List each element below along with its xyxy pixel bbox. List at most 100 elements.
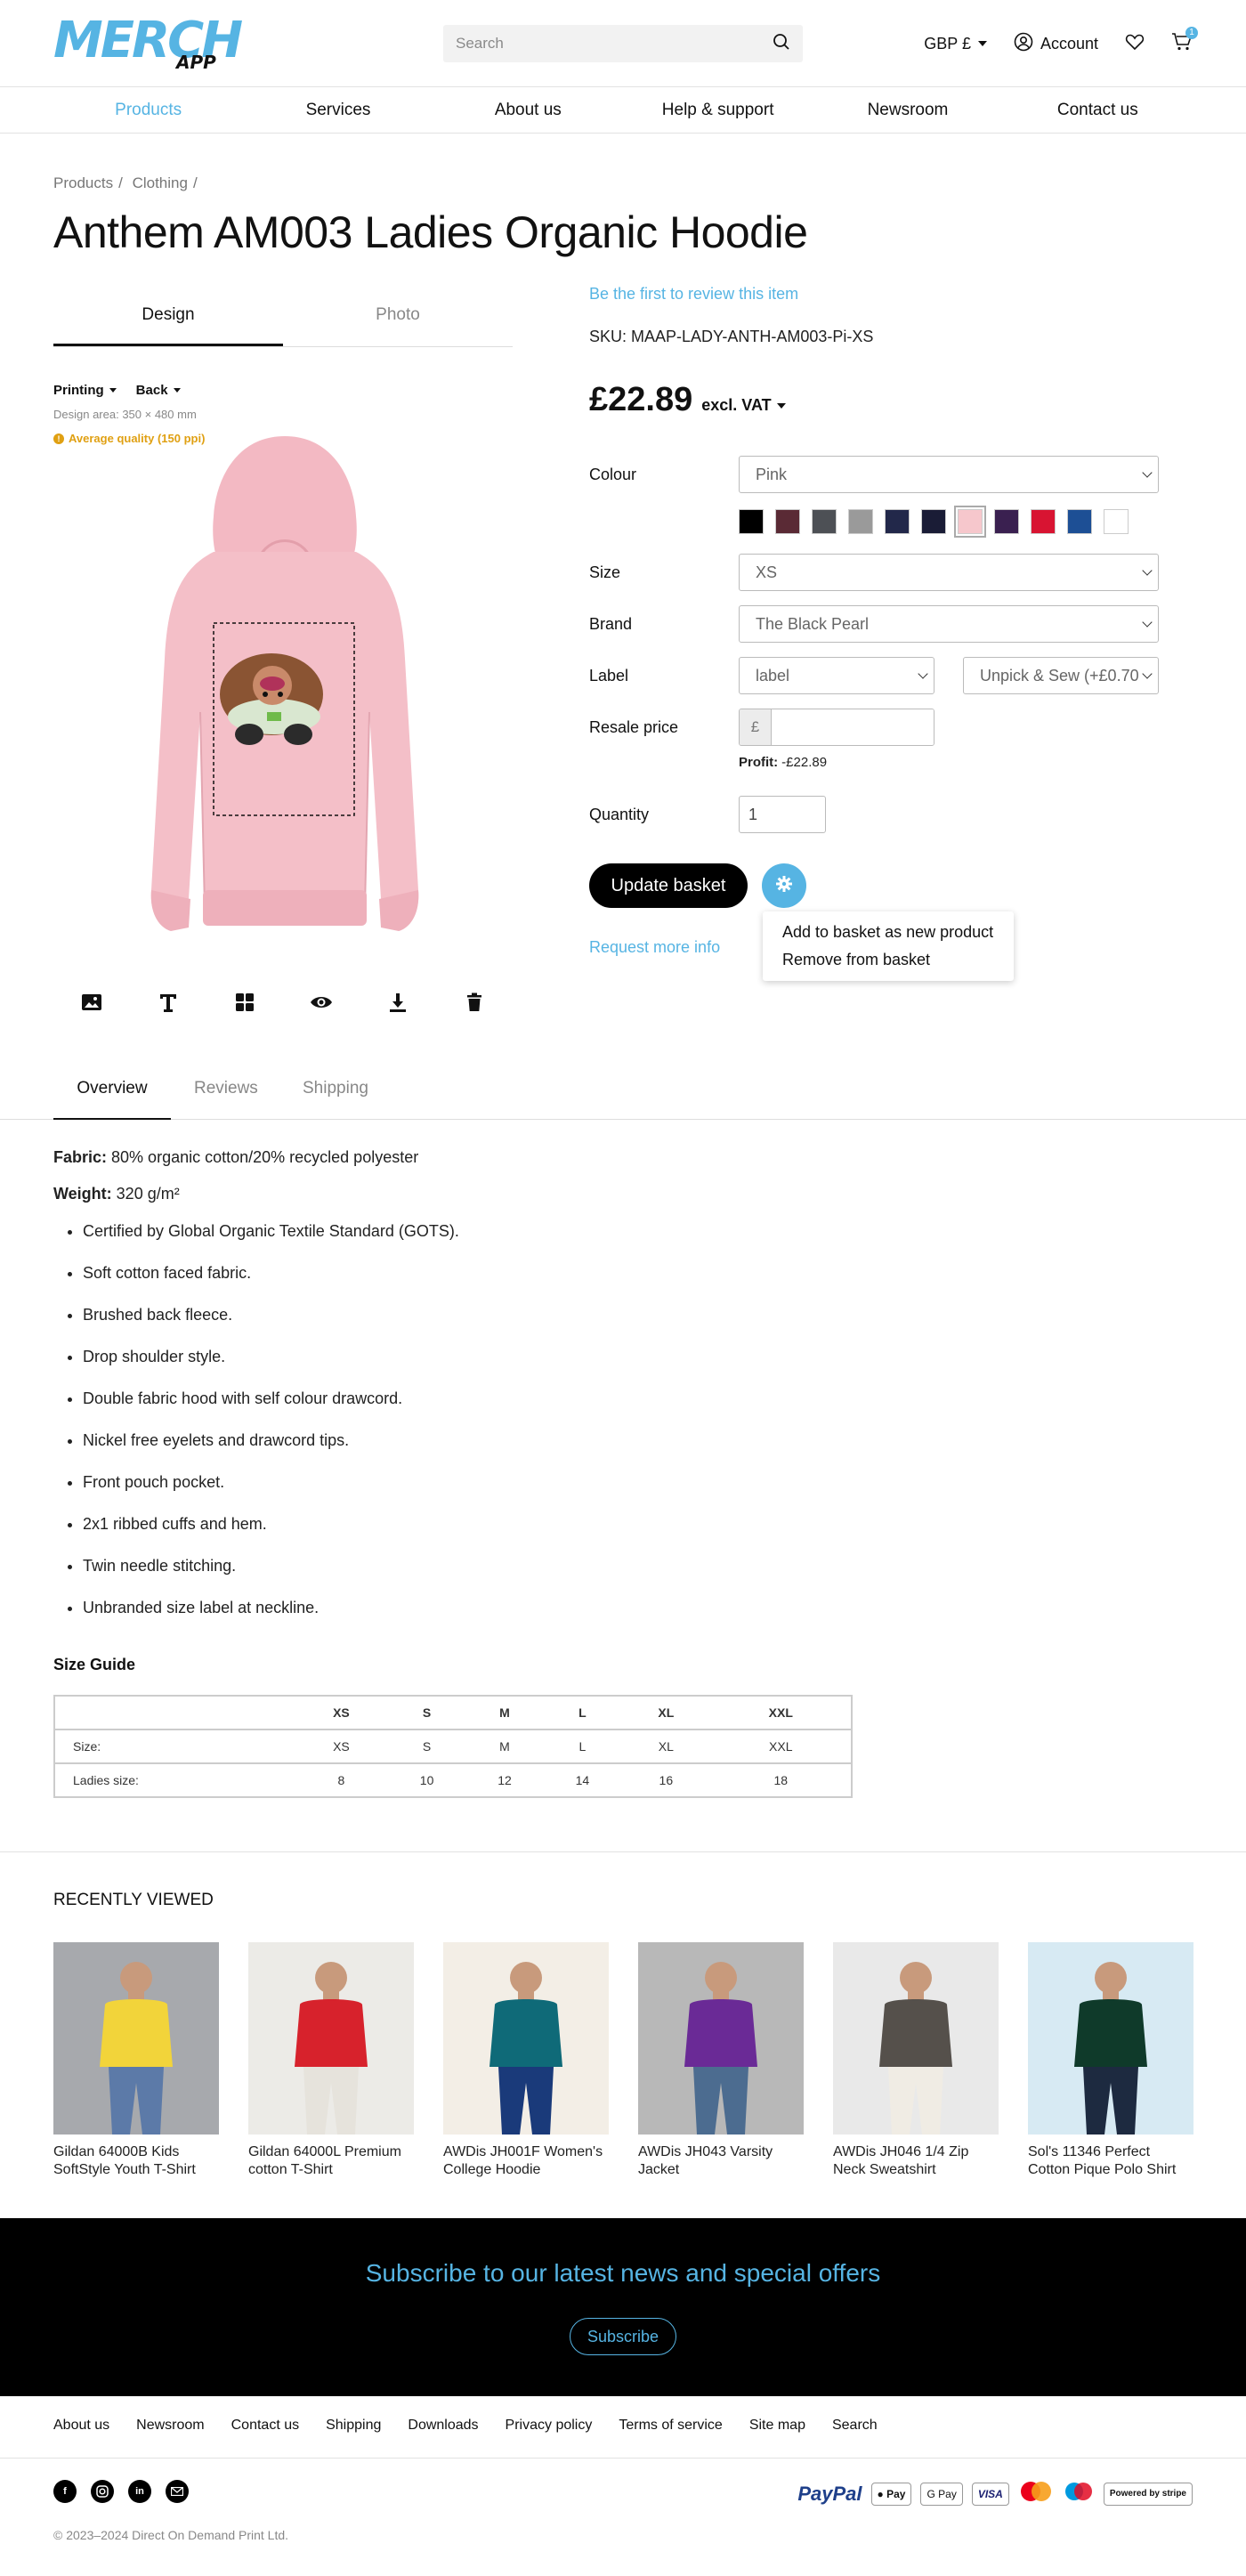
menu-remove-from-basket[interactable]: Remove from basket: [782, 946, 994, 974]
download-icon[interactable]: [384, 988, 412, 1017]
tab-reviews[interactable]: Reviews: [194, 1079, 258, 1120]
weight-label: Weight:: [53, 1185, 112, 1203]
colour-swatch[interactable]: [994, 509, 1019, 534]
account-link[interactable]: Account: [1014, 32, 1098, 56]
colour-select[interactable]: Pink: [739, 456, 1159, 493]
footer-link-privacy-policy[interactable]: Privacy policy: [506, 2418, 593, 2434]
nav-about-us[interactable]: About us: [433, 101, 623, 120]
cart-button[interactable]: 1: [1171, 26, 1198, 56]
recently-viewed-item[interactable]: AWDis JH001F Women's College Hoodie: [443, 1942, 609, 2179]
nav-services[interactable]: Services: [243, 101, 433, 120]
hoodie-preview-image[interactable]: [116, 427, 454, 970]
product-photo[interactable]: [638, 1942, 804, 2135]
size-select[interactable]: XS: [739, 554, 1159, 591]
label-option-select[interactable]: Unpick & Sew (+£0.70: [963, 657, 1159, 694]
tab-shipping[interactable]: Shipping: [303, 1079, 368, 1120]
colour-swatch[interactable]: [1067, 509, 1092, 534]
recently-viewed-item[interactable]: Sol's 11346 Perfect Cotton Pique Polo Sh…: [1028, 1942, 1193, 2179]
recently-viewed-name[interactable]: AWDis JH043 Varsity Jacket: [638, 2143, 804, 2179]
vat-selector[interactable]: excl. VAT: [701, 396, 786, 415]
design-area-text: Design area: 350 × 480 mm: [53, 408, 197, 421]
product-photo[interactable]: [1028, 1942, 1193, 2135]
image-icon[interactable]: [77, 988, 106, 1017]
tab-design[interactable]: Design: [53, 297, 283, 346]
colour-swatch[interactable]: [1031, 509, 1056, 534]
feature-list: Certified by Global Organic Textile Stan…: [53, 1221, 459, 1618]
breadcrumb-products[interactable]: Products: [53, 174, 113, 191]
recently-viewed-name[interactable]: AWDis JH046 1/4 Zip Neck Sweatshirt: [833, 2143, 999, 2179]
product-photo[interactable]: [443, 1942, 609, 2135]
request-more-info-link[interactable]: Request more info: [589, 938, 720, 957]
review-link[interactable]: Be the first to review this item: [589, 285, 798, 304]
search-input[interactable]: [456, 35, 773, 53]
feature-item: Nickel free eyelets and drawcord tips.: [83, 1430, 459, 1451]
caret-down-icon: [776, 402, 786, 409]
recently-viewed-item[interactable]: Gildan 64000L Premium cotton T-Shirt: [248, 1942, 414, 2179]
footer-link-search[interactable]: Search: [832, 2418, 878, 2434]
colour-swatch[interactable]: [775, 509, 800, 534]
wishlist-button[interactable]: [1125, 33, 1145, 55]
quantity-input[interactable]: [739, 796, 826, 833]
recently-viewed-item[interactable]: AWDis JH043 Varsity Jacket: [638, 1942, 804, 2179]
colour-swatch[interactable]: [885, 509, 910, 534]
table-cell: XXL: [710, 1729, 852, 1764]
footer-link-shipping[interactable]: Shipping: [326, 2418, 381, 2434]
brand-select[interactable]: The Black Pearl: [739, 605, 1159, 643]
vat-label: excl. VAT: [701, 396, 772, 414]
side-label: Back: [135, 383, 168, 398]
nav-help-support[interactable]: Help & support: [623, 101, 813, 120]
product-photo[interactable]: [53, 1942, 219, 2135]
colour-swatch[interactable]: [739, 509, 764, 534]
currency-selector[interactable]: GBP £: [924, 35, 987, 53]
footer-link-contact-us[interactable]: Contact us: [231, 2418, 299, 2434]
facebook-icon[interactable]: f: [53, 2480, 77, 2503]
printing-dropdown[interactable]: Printing: [53, 383, 117, 398]
footer-link-terms-of-service[interactable]: Terms of service: [619, 2418, 722, 2434]
instagram-icon[interactable]: [91, 2480, 114, 2503]
recently-viewed-item[interactable]: Gildan 64000B Kids SoftStyle Youth T-Shi…: [53, 1942, 219, 2179]
brand-row: Brand The Black Pearl: [589, 605, 1159, 643]
table-cell: S: [387, 1729, 466, 1764]
email-icon[interactable]: [166, 2480, 189, 2503]
text-icon[interactable]: [154, 988, 182, 1017]
update-basket-button[interactable]: Update basket: [589, 863, 748, 908]
social-links: f in: [53, 2480, 189, 2503]
recently-viewed-name[interactable]: Gildan 64000L Premium cotton T-Shirt: [248, 2143, 414, 2179]
recently-viewed-item[interactable]: AWDis JH046 1/4 Zip Neck Sweatshirt: [833, 1942, 999, 2179]
layout-grid-icon[interactable]: [231, 988, 259, 1017]
trash-icon[interactable]: [460, 988, 489, 1017]
colour-swatch[interactable]: [1104, 509, 1129, 534]
basket-options-button[interactable]: [762, 863, 806, 908]
colour-swatch[interactable]: [921, 509, 946, 534]
side-dropdown[interactable]: Back: [136, 383, 181, 398]
recently-viewed-name[interactable]: Gildan 64000B Kids SoftStyle Youth T-Shi…: [53, 2143, 219, 2179]
recently-viewed-name[interactable]: AWDis JH001F Women's College Hoodie: [443, 2143, 609, 2179]
footer-link-downloads[interactable]: Downloads: [408, 2418, 478, 2434]
footer-link-about-us[interactable]: About us: [53, 2418, 109, 2434]
eye-icon[interactable]: [307, 988, 336, 1017]
resale-price-input[interactable]: [772, 709, 934, 745]
colour-swatch[interactable]: [812, 509, 837, 534]
product-photo[interactable]: [833, 1942, 999, 2135]
apple-pay-label: Pay: [886, 2487, 906, 2500]
nav-products[interactable]: Products: [53, 101, 243, 120]
merch-app-logo[interactable]: MERCH APP: [53, 16, 243, 74]
nav-newsroom[interactable]: Newsroom: [813, 101, 1002, 120]
colour-swatch[interactable]: [848, 509, 873, 534]
colour-swatch[interactable]: [954, 506, 986, 538]
nav-contact-us[interactable]: Contact us: [1003, 101, 1193, 120]
search-icon[interactable]: [773, 33, 790, 55]
linkedin-icon[interactable]: in: [128, 2480, 151, 2503]
breadcrumb-clothing[interactable]: Clothing: [133, 174, 188, 191]
product-photo[interactable]: [248, 1942, 414, 2135]
footer-link-site-map[interactable]: Site map: [749, 2418, 805, 2434]
recently-viewed-name[interactable]: Sol's 11346 Perfect Cotton Pique Polo Sh…: [1028, 2143, 1193, 2179]
table-cell: 8: [295, 1763, 388, 1798]
menu-add-as-new-product[interactable]: Add to basket as new product: [782, 919, 994, 946]
tab-overview[interactable]: Overview: [53, 1079, 171, 1120]
label-select[interactable]: label: [739, 657, 934, 694]
footer-link-newsroom[interactable]: Newsroom: [136, 2418, 204, 2434]
search-bar: [443, 25, 803, 62]
tab-photo[interactable]: Photo: [283, 297, 513, 346]
subscribe-button[interactable]: Subscribe: [570, 2318, 676, 2355]
